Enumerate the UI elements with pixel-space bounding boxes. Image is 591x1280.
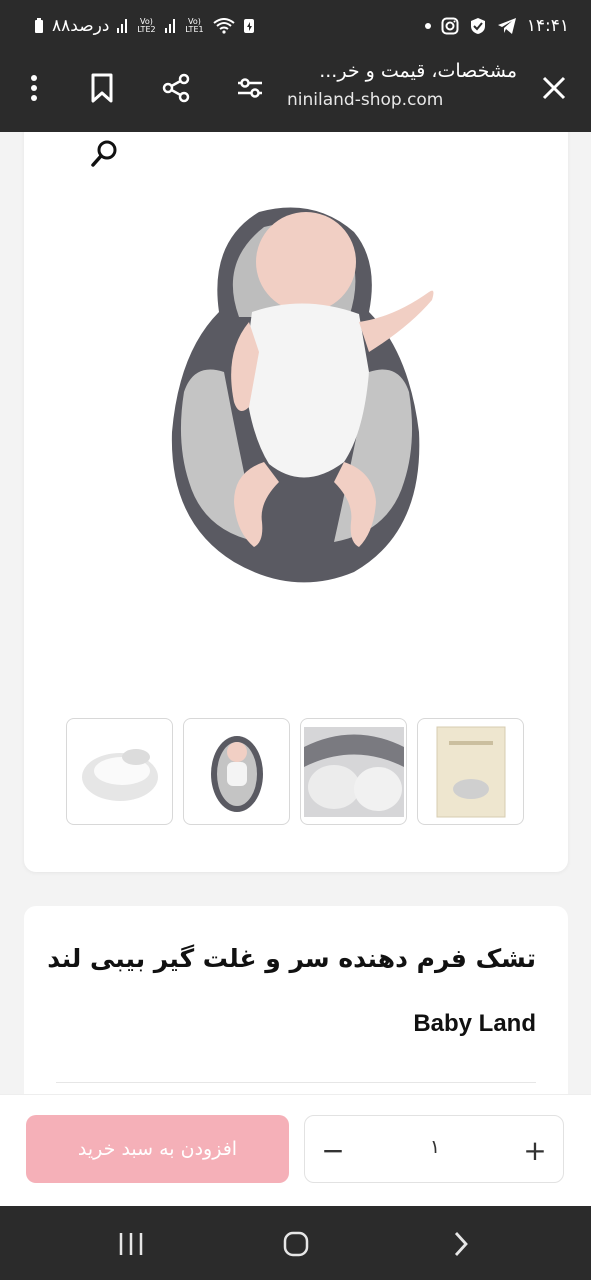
- wifi-icon: [213, 18, 236, 34]
- recent-apps-button[interactable]: [111, 1224, 151, 1264]
- thumbnail-baby[interactable]: [183, 718, 290, 825]
- telegram-icon: [497, 18, 516, 34]
- zoom-button[interactable]: [88, 136, 122, 170]
- network-label-2: Vo) LTE2: [137, 17, 156, 34]
- battery-percent: ۸۸درصد: [52, 16, 110, 36]
- battery-icon: [35, 18, 43, 33]
- thumbnail-image: [303, 726, 404, 817]
- page-content: تشک فرم دهنده سر و غلت گیر بیبی لند Baby…: [0, 132, 591, 1206]
- product-brand: Baby Land: [413, 1010, 536, 1037]
- instagram-icon: [441, 17, 459, 35]
- chevron-right-icon: [454, 1232, 468, 1256]
- network-label-1: Vo) LTE1: [185, 17, 204, 34]
- quantity-value[interactable]: ۱: [415, 1136, 455, 1158]
- thumbnail-image: [436, 726, 505, 817]
- increase-quantity-button[interactable]: +: [515, 1130, 555, 1170]
- shield-check-icon: [470, 18, 485, 34]
- quantity-stepper: − ۱ +: [304, 1115, 564, 1183]
- back-button[interactable]: [441, 1224, 481, 1264]
- more-menu-button[interactable]: [14, 68, 54, 108]
- product-main-image[interactable]: [164, 202, 464, 592]
- decrease-quantity-button[interactable]: −: [313, 1130, 353, 1170]
- tune-icon: [238, 78, 262, 98]
- status-right: ۱۴:۴۱: [424, 16, 569, 36]
- address-area[interactable]: مشخصات، قیمت و خر... niniland-shop.com: [287, 60, 517, 110]
- add-to-cart-button[interactable]: افزودن به سبد خرید: [26, 1115, 289, 1183]
- page-title: مشخصات، قیمت و خر...: [319, 60, 517, 82]
- divider: [56, 1082, 536, 1083]
- thumbnail-image: [210, 735, 263, 812]
- thumbnail-pillow[interactable]: [66, 718, 173, 825]
- purchase-bar: افزودن به سبد خرید − ۱ +: [0, 1094, 591, 1206]
- status-left: ۸۸درصد Vo) LTE2 Vo) LTE1: [34, 16, 255, 36]
- product-gallery: [24, 132, 568, 872]
- more-vertical-icon: [31, 75, 37, 101]
- close-icon: [542, 76, 566, 100]
- thumbnail-strip: [66, 718, 524, 825]
- share-icon: [162, 73, 190, 103]
- thumbnail-box[interactable]: [417, 718, 524, 825]
- thumbnail-image: [81, 748, 158, 801]
- search-icon: [91, 140, 117, 167]
- bookmark-button[interactable]: [82, 68, 122, 108]
- bookmark-icon: [91, 73, 113, 103]
- share-button[interactable]: [156, 68, 196, 108]
- save-data-icon: [244, 19, 255, 33]
- close-tab-button[interactable]: [534, 68, 574, 108]
- signal-icon-2: [165, 19, 176, 33]
- page-url: niniland-shop.com: [287, 90, 444, 110]
- thumbnail-closeup[interactable]: [300, 718, 407, 825]
- site-settings-button[interactable]: [230, 68, 270, 108]
- browser-toolbar: مشخصات، قیمت و خر... niniland-shop.com: [0, 56, 591, 132]
- home-icon: [283, 1231, 309, 1257]
- signal-icon-1: [117, 19, 128, 33]
- system-nav-bar: [0, 1206, 591, 1280]
- home-button[interactable]: [276, 1224, 316, 1264]
- clock: ۱۴:۴۱: [526, 16, 569, 36]
- status-bar: ۸۸درصد Vo) LTE2 Vo) LTE1 ۱۴:۴۱: [0, 0, 591, 56]
- notification-dot-icon: [424, 23, 431, 29]
- product-title: تشک فرم دهنده سر و غلت گیر بیبی لند: [47, 944, 536, 973]
- recent-apps-icon: [119, 1233, 143, 1255]
